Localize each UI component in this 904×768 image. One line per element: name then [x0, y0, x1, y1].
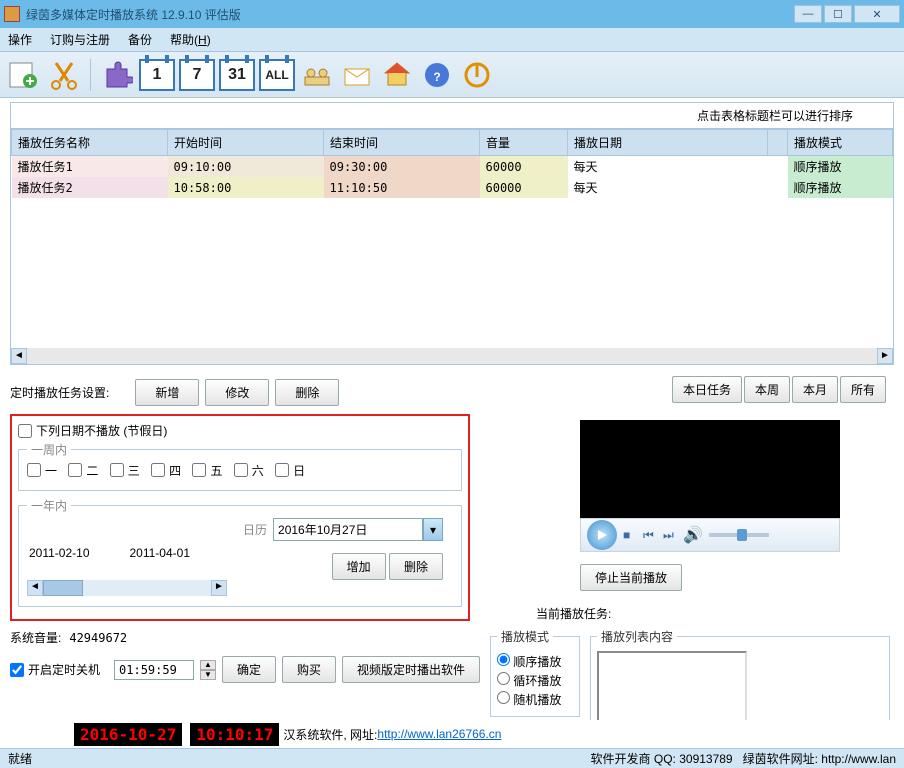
all-button[interactable]: 所有 — [840, 376, 886, 403]
footer-bar: 2016-10-27 10:10:17 汉系统软件, 网址: http://ww… — [0, 720, 904, 748]
maximize-button[interactable]: ☐ — [824, 5, 852, 23]
playmode-label: 播放模式 — [497, 628, 553, 645]
mode-loop[interactable]: 循环播放 — [497, 672, 573, 689]
col-end[interactable]: 结束时间 — [324, 130, 480, 156]
menu-bar: 操作 订购与注册 备份 帮助(H) — [0, 28, 904, 52]
day-sat[interactable]: 六 — [234, 462, 264, 479]
menu-subscribe[interactable]: 订购与注册 — [50, 31, 110, 48]
shutdown-checkbox[interactable]: 开启定时关机 — [10, 661, 100, 678]
today-button[interactable]: 本日任务 — [672, 376, 742, 403]
holiday-panel: 下列日期不播放 (节假日) 一周内 一 二 三 四 五 六 日 一年内 2011… — [10, 414, 470, 621]
col-start[interactable]: 开始时间 — [168, 130, 324, 156]
month-button[interactable]: 本月 — [792, 376, 838, 403]
status-bar: 就绪 软件开发商 QQ: 30913789 绿茵软件网址: http://www… — [0, 748, 904, 768]
app-icon — [4, 6, 20, 22]
status-site: 绿茵软件网址: http://www.lan — [743, 752, 896, 766]
sysvol-label: 系统音量: — [10, 629, 61, 646]
holiday-checkbox[interactable]: 下列日期不播放 (节假日) — [18, 422, 167, 439]
videover-button[interactable]: 视频版定时播出软件 — [342, 656, 480, 683]
holiday-add-button[interactable]: 增加 — [332, 553, 386, 580]
status-ready: 就绪 — [8, 750, 32, 767]
col-vol[interactable]: 音量 — [480, 130, 568, 156]
date-picker[interactable]: 2016年10月27日 ▾ — [273, 518, 443, 541]
table-row[interactable]: 播放任务210:58:0011:10:5060000每天顺序播放 — [12, 177, 893, 198]
footer-text: 汉系统软件, 网址: — [283, 726, 377, 743]
calendar-label: 日历 — [243, 521, 267, 538]
clock-time: 10:10:17 — [190, 723, 279, 746]
svg-text:?: ? — [433, 70, 440, 84]
edit-button[interactable]: 修改 — [205, 379, 269, 406]
sort-hint: 点击表格标题栏可以进行排序 — [10, 102, 894, 128]
puzzle-icon[interactable] — [99, 57, 135, 93]
help-icon[interactable]: ? — [419, 57, 455, 93]
cal-1-icon[interactable]: 1 — [139, 57, 175, 93]
day-fri[interactable]: 五 — [192, 462, 222, 479]
current-task-label: 当前播放任务: — [536, 607, 611, 621]
mode-seq[interactable]: 顺序播放 — [497, 653, 573, 670]
play-button[interactable] — [587, 520, 617, 550]
day-sun[interactable]: 日 — [275, 462, 305, 479]
mail-icon[interactable] — [339, 57, 375, 93]
add-button[interactable]: 新增 — [135, 379, 199, 406]
day-tue[interactable]: 二 — [68, 462, 98, 479]
cut-icon[interactable] — [46, 57, 82, 93]
table-row[interactable]: 播放任务109:10:0009:30:0060000每天顺序播放 — [12, 156, 893, 178]
status-dev: 软件开发商 QQ: 30913789 — [591, 752, 733, 766]
table-hscroll[interactable]: ◄► — [11, 348, 893, 364]
menu-help[interactable]: 帮助(H) — [170, 31, 211, 48]
cal-all-icon[interactable]: ALL — [259, 57, 295, 93]
video-preview — [580, 420, 840, 518]
stop-icon[interactable]: ■ — [623, 528, 637, 542]
power-icon[interactable] — [459, 57, 495, 93]
day-mon[interactable]: 一 — [27, 462, 57, 479]
close-button[interactable]: ✕ — [854, 5, 900, 23]
media-player: ■ ⏮ ⏭ 🔊 — [580, 518, 840, 552]
col-date[interactable]: 播放日期 — [568, 130, 768, 156]
menu-operate[interactable]: 操作 — [8, 31, 32, 48]
footer-link[interactable]: http://www.lan26766.cn — [377, 727, 501, 741]
settings-label: 定时播放任务设置: — [10, 384, 109, 401]
path-icon[interactable] — [299, 57, 335, 93]
stop-current-button[interactable]: 停止当前播放 — [580, 564, 682, 591]
list-hscroll[interactable]: ◄► — [27, 580, 227, 596]
new-task-icon[interactable] — [6, 57, 42, 93]
toolbar: 1 7 31 ALL ? — [0, 52, 904, 98]
minimize-button[interactable]: — — [794, 5, 822, 23]
chevron-down-icon: ▾ — [423, 518, 443, 541]
title-bar: 绿茵多媒体定时播放系统 12.9.10 评估版 — ☐ ✕ — [0, 0, 904, 28]
time-spinner[interactable]: ▲▼ — [200, 660, 216, 680]
delete-button[interactable]: 删除 — [275, 379, 339, 406]
holiday-del-button[interactable]: 删除 — [389, 553, 443, 580]
volume-slider[interactable] — [709, 533, 769, 537]
shutdown-time-input[interactable] — [114, 660, 194, 680]
menu-backup[interactable]: 备份 — [128, 31, 152, 48]
col-name[interactable]: 播放任务名称 — [12, 130, 168, 156]
volume-icon[interactable]: 🔊 — [683, 525, 703, 545]
task-table: 播放任务名称 开始时间 结束时间 音量 播放日期 播放模式 播放任务109:10… — [10, 128, 894, 365]
clock-date: 2016-10-27 — [74, 723, 182, 746]
ok-button[interactable]: 确定 — [222, 656, 276, 683]
cal-31-icon[interactable]: 31 — [219, 57, 255, 93]
window-title: 绿茵多媒体定时播放系统 12.9.10 评估版 — [26, 6, 794, 23]
playlist-label: 播放列表内容 — [597, 628, 677, 645]
day-wed[interactable]: 三 — [110, 462, 140, 479]
mode-random[interactable]: 随机播放 — [497, 691, 573, 708]
home-icon[interactable] — [379, 57, 415, 93]
prev-icon[interactable]: ⏮ — [643, 528, 657, 542]
week-button[interactable]: 本周 — [744, 376, 790, 403]
day-thu[interactable]: 四 — [151, 462, 181, 479]
col-mode[interactable]: 播放模式 — [788, 130, 893, 156]
cal-7-icon[interactable]: 7 — [179, 57, 215, 93]
date-list[interactable]: 2011-02-102011-04-01 2011-02-112011-05-0… — [27, 518, 227, 580]
next-icon[interactable]: ⏭ — [663, 528, 677, 542]
buy-button[interactable]: 购买 — [282, 656, 336, 683]
sysvol-value: 42949672 — [69, 631, 127, 645]
